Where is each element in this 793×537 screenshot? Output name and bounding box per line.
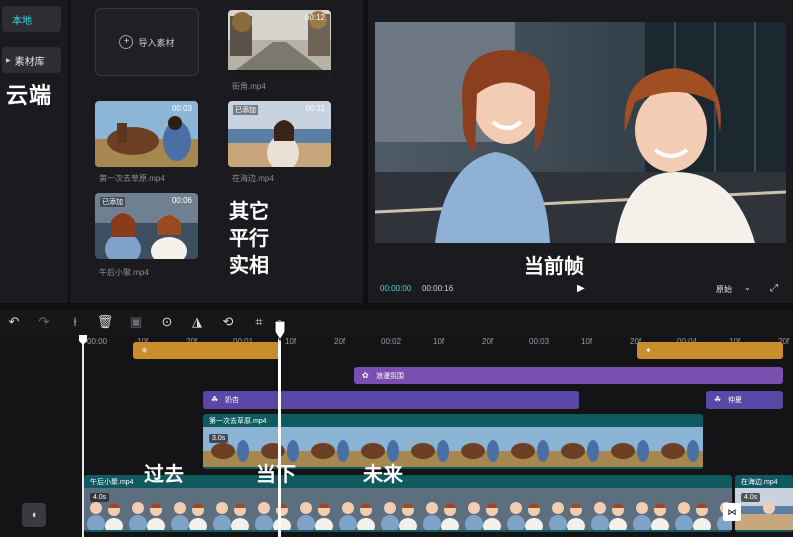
timeline-toolbar [0,310,793,336]
playhead[interactable] [278,320,281,537]
sticker-clip[interactable]: ✳ [133,342,281,359]
annotation-future: 未来 [363,462,403,486]
clip-filmstrip [84,488,732,530]
delete-icon[interactable]: 🗑 [97,312,114,332]
sticker-icon: ✦ [645,346,652,355]
timeline-start-marker [82,340,84,537]
tick-label: 00:03 [529,337,550,346]
video-frame [375,22,786,243]
transition-icon[interactable]: ⋈ [723,503,741,521]
video-clip-beach[interactable]: 在海边.mp4 4.0s [735,475,793,532]
playhead-handle[interactable] [273,320,287,342]
media-caption: 第一次去草原.mp4 [99,174,165,183]
rotate-icon[interactable]: ⟲ [220,312,236,332]
sticker-icon: ✳ [141,346,148,355]
filter-icon: ☘ [714,395,722,404]
media-caption: 在海边.mp4 [232,174,274,183]
mirror-icon[interactable]: ◮ [189,312,205,332]
annotation-parallel: 其它 平行 实相 [229,199,269,277]
tick-label: 00:02 [381,337,402,346]
annotation-now: 当下 [256,462,296,486]
sticker-clip[interactable]: ✦ [637,342,783,359]
crop-icon[interactable]: ⌗ [251,312,267,332]
play-icon[interactable]: ▶ [577,283,585,294]
annotation-cloud: 云端 [6,83,53,109]
ratio-select[interactable]: 原始 [716,284,732,295]
undo-icon[interactable]: ↶ [6,312,22,332]
current-time: 00:00:00 [380,284,412,293]
split-icon[interactable]: ⟊ [67,312,83,332]
video-preview[interactable] [375,22,786,243]
tick-label: 20f [482,337,494,346]
fullscreen-icon[interactable]: ⤢ [770,283,778,294]
tick-label: 20f [334,337,346,346]
filter-icon: ☘ [211,395,219,404]
reverse-icon[interactable]: ⊙ [159,312,175,332]
chevron-down-icon[interactable]: ⌄ [744,283,751,292]
media-thumb-afternoon[interactable]: 已添加 00:06 [95,193,198,259]
media-thumb-street[interactable]: 00:12 [228,10,331,76]
sidebar-item-library[interactable]: ▶ 素材库 [2,47,61,73]
total-time: 00:00:16 [422,284,454,293]
tick-label: 10f [433,337,445,346]
effect-clip[interactable]: ✿ 浪漫氛围 [354,367,783,384]
start-marker-cap [79,335,87,345]
annotation-current-frame: 当前帧 [524,254,584,278]
media-thumb-beach[interactable]: 已添加 00:11 [228,101,331,167]
effect-icon: ✿ [362,371,369,380]
import-media-button[interactable]: + 导入素材 [95,8,199,76]
filter-clip[interactable]: ☘ 奶杏 [203,391,579,409]
sidebar: 本地 ▶ 素材库 云端 [0,0,68,303]
media-panel: + 导入素材 00:12 街角.mp4 00:03 第一次去草原.mp4 已添加… [70,0,363,303]
sidebar-item-local[interactable]: 本地 [2,6,61,32]
filter-clip[interactable]: ☘ 仲夏 [706,391,783,409]
triangle-right-icon: ▶ [6,57,11,64]
media-caption: 街角.mp4 [232,82,266,91]
annotation-past: 过去 [144,462,184,486]
redo-icon[interactable]: ↷ [36,312,52,332]
media-thumb-grassland[interactable]: 00:03 [95,101,198,167]
media-caption: 午后小聚.mp4 [99,268,149,277]
tick-label: 10f [581,337,593,346]
plus-icon: + [119,35,134,49]
volume-icon[interactable]: ◖ [22,503,46,527]
freeze-icon[interactable]: ▣ [128,312,144,332]
tick-label: 00:00 [87,337,108,346]
